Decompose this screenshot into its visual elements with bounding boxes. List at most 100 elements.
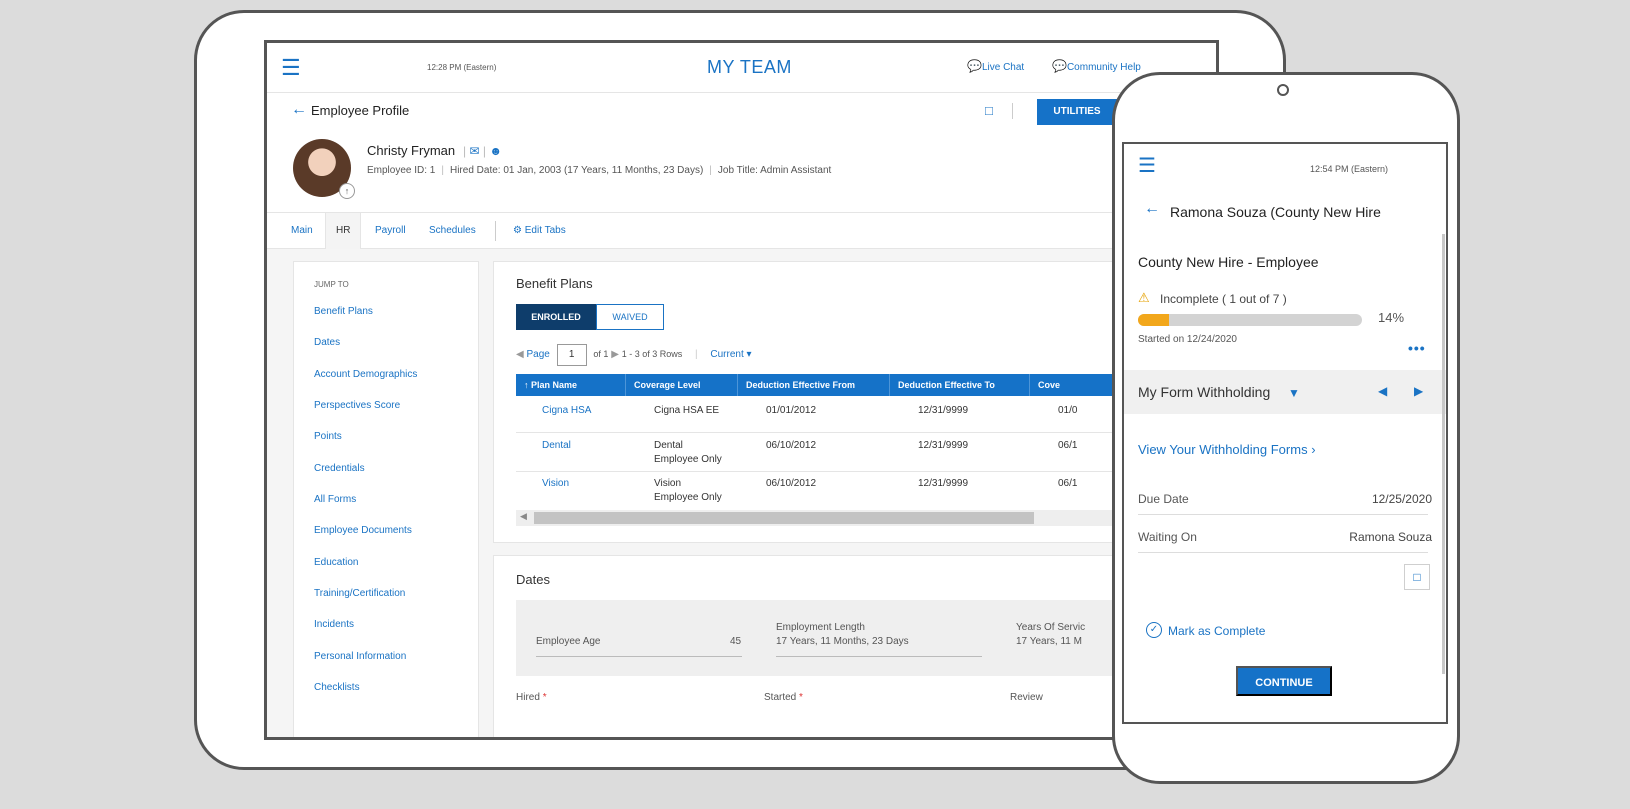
- live-chat-label: Live Chat: [981, 62, 1025, 73]
- community-help-link[interactable]: 💬Community Help: [1052, 59, 1141, 73]
- jump-item-personal-information[interactable]: Personal Information: [314, 651, 406, 662]
- jump-item-credentials[interactable]: Credentials: [314, 463, 365, 474]
- next-page-icon[interactable]: ▶: [611, 349, 619, 360]
- comment-icon[interactable]: □: [1404, 564, 1430, 590]
- th-deduction-to[interactable]: Deduction Effective To: [890, 374, 1030, 396]
- from-cell: 01/01/2012: [766, 405, 817, 416]
- progress-bar: [1138, 314, 1362, 326]
- years-service-value: 17 Years, 11 M: [1016, 636, 1082, 647]
- to-cell: 12/31/9999: [918, 440, 969, 451]
- jump-item-perspectives-score[interactable]: Perspectives Score: [314, 400, 400, 411]
- years-service-label: Years Of Servic: [1016, 622, 1086, 633]
- live-chat-link[interactable]: 💬Live Chat: [967, 59, 1024, 73]
- tab-hr[interactable]: HR: [325, 213, 362, 249]
- jump-item-training-certification[interactable]: Training/Certification: [314, 588, 405, 599]
- plan-name-cell[interactable]: Vision: [542, 477, 569, 491]
- jump-item-education[interactable]: Education: [314, 557, 358, 568]
- scroll-left-icon[interactable]: ◀: [520, 511, 527, 522]
- divider: |: [441, 165, 444, 176]
- coverage-cell: Dental: [654, 440, 683, 451]
- jump-item-account-demographics[interactable]: Account Demographics: [314, 369, 417, 380]
- profile-tabs: Main HR Payroll Schedules ⚙ Edit Tabs: [267, 213, 1216, 249]
- prev-arrow-icon[interactable]: ◀: [1378, 384, 1387, 398]
- warning-icon: ⚠: [1138, 290, 1150, 305]
- chevron-down-icon[interactable]: ▼: [1288, 386, 1300, 400]
- sort-up-icon: ↑: [524, 380, 529, 390]
- camera-icon: [1277, 84, 1289, 96]
- row-divider: [1138, 514, 1428, 515]
- comment-icon[interactable]: □: [985, 103, 993, 118]
- page-label: Page: [526, 349, 550, 360]
- gear-icon: ⚙: [513, 225, 522, 236]
- jump-to-panel: JUMP TO Benefit Plans Dates Account Demo…: [293, 261, 479, 737]
- page-input[interactable]: 1: [556, 344, 587, 366]
- mark-complete-link[interactable]: Mark as Complete: [1168, 624, 1265, 638]
- from-cell: 06/10/2012: [766, 478, 817, 489]
- employment-length-label: Employment Length: [776, 622, 865, 633]
- hamburger-menu-icon[interactable]: ☰: [1138, 156, 1156, 176]
- dates-panel: Dates Employee Age 45 Employment Length …: [493, 555, 1216, 737]
- current-filter[interactable]: Current ▾: [710, 349, 751, 360]
- edit-tabs-button[interactable]: ⚙ Edit Tabs: [503, 213, 576, 249]
- employee-name: Christy Fryman: [367, 143, 456, 158]
- enrolled-toggle[interactable]: ENROLLED: [516, 304, 596, 330]
- current-filter-label: Current: [710, 349, 744, 360]
- prev-page-icon[interactable]: ◀: [516, 349, 524, 360]
- tab-main[interactable]: Main: [281, 213, 323, 249]
- jump-item-incidents[interactable]: Incidents: [314, 619, 354, 630]
- th-plan-name[interactable]: ↑ Plan Name: [516, 374, 626, 396]
- started-label: Started: [764, 692, 797, 703]
- coverage-date-cell: 06/1: [1058, 478, 1078, 489]
- jump-item-all-forms[interactable]: All Forms: [314, 494, 356, 505]
- th-plan-name-label: Plan Name: [531, 380, 578, 390]
- view-forms-label: View Your Withholding Forms: [1138, 442, 1308, 457]
- jump-item-dates[interactable]: Dates: [314, 337, 340, 348]
- tab-payroll[interactable]: Payroll: [365, 213, 416, 249]
- from-cell: 06/10/2012: [766, 440, 817, 451]
- user-edit-icon[interactable]: ☻: [489, 144, 502, 158]
- tablet-screen: ☰ 12:28 PM (Eastern) MY TEAM 💬Live Chat …: [264, 40, 1219, 740]
- tab-schedules[interactable]: Schedules: [419, 213, 486, 249]
- divider: [1012, 103, 1013, 119]
- plan-name-cell[interactable]: Dental: [542, 439, 571, 453]
- jump-item-points[interactable]: Points: [314, 431, 342, 442]
- benefit-plans-title: Benefit Plans: [516, 276, 593, 291]
- edit-tabs-label: Edit Tabs: [524, 225, 566, 236]
- scrollbar-thumb[interactable]: [534, 512, 1034, 524]
- form-selector[interactable]: My Form Withholding: [1138, 384, 1270, 400]
- chat-bubbles-icon: 💬: [1052, 59, 1067, 73]
- clock-time: 12:54 PM (Eastern): [1310, 164, 1389, 174]
- waived-toggle[interactable]: WAIVED: [596, 304, 664, 330]
- employee-age-value: 45: [730, 636, 742, 647]
- coverage-cell-sub: Employee Only: [654, 492, 722, 503]
- back-arrow-icon[interactable]: ←: [291, 101, 307, 119]
- divider: |: [463, 144, 467, 158]
- coverage-date-cell: 06/1: [1058, 440, 1078, 451]
- next-arrow-icon[interactable]: ▶: [1414, 384, 1423, 398]
- dates-title: Dates: [516, 572, 550, 587]
- to-cell: 12/31/9999: [918, 478, 969, 489]
- upload-photo-icon[interactable]: ↑: [339, 183, 355, 199]
- hamburger-menu-icon[interactable]: ☰: [281, 57, 301, 79]
- th-coverage-level[interactable]: Coverage Level: [626, 374, 738, 396]
- jump-item-checklists[interactable]: Checklists: [314, 682, 360, 693]
- more-options-icon[interactable]: •••: [1408, 340, 1426, 356]
- check-circle-icon[interactable]: ✓: [1146, 622, 1162, 638]
- page-title: Employee Profile: [311, 103, 410, 118]
- back-arrow-icon[interactable]: ←: [1144, 200, 1160, 218]
- th-deduction-from[interactable]: Deduction Effective From: [738, 374, 890, 396]
- phone-screen: ☰ 12:54 PM (Eastern) ← Ramona Souza (Cou…: [1122, 142, 1448, 724]
- vertical-scrollbar[interactable]: [1442, 234, 1445, 674]
- plan-name-cell[interactable]: Cigna HSA: [542, 404, 591, 418]
- utilities-button[interactable]: UTILITIES: [1037, 99, 1117, 125]
- status-text: Incomplete ( 1 out of 7 ): [1160, 292, 1287, 306]
- jump-item-employee-documents[interactable]: Employee Documents: [314, 525, 412, 536]
- divider: [495, 221, 496, 241]
- progress-percent: 14%: [1378, 310, 1405, 325]
- view-forms-link[interactable]: View Your Withholding Forms ›: [1138, 442, 1316, 457]
- waiting-on-label: Waiting On: [1138, 530, 1197, 544]
- divider: |: [709, 165, 712, 176]
- mail-icon[interactable]: ✉: [469, 144, 479, 158]
- jump-item-benefit-plans[interactable]: Benefit Plans: [314, 306, 373, 317]
- continue-button[interactable]: CONTINUE: [1236, 666, 1332, 696]
